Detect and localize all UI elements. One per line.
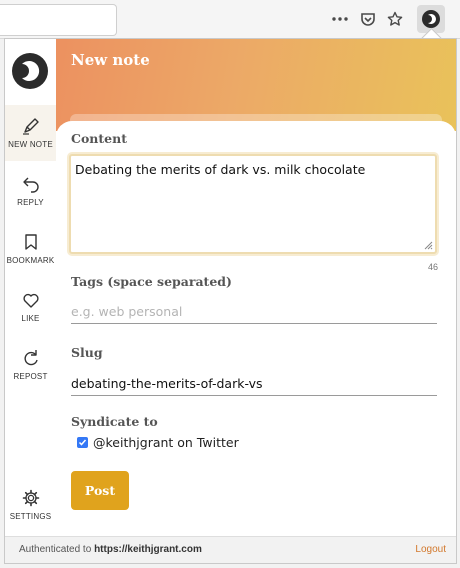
- bookmark-icon: [24, 234, 37, 250]
- repost-icon: [24, 350, 38, 366]
- checkmark-icon: [78, 439, 87, 446]
- reply-icon: [22, 177, 39, 193]
- page-title: New note: [71, 51, 150, 69]
- syndicate-option[interactable]: @keithjgrant on Twitter: [77, 435, 239, 450]
- syndicate-label: Syndicate to: [71, 414, 158, 429]
- slug-label: Slug: [71, 345, 103, 360]
- sidebar-item-new-note[interactable]: NEW NOTE: [5, 105, 56, 161]
- post-button[interactable]: Post: [71, 471, 129, 510]
- browser-toolbar: [0, 0, 460, 39]
- auth-site: https://keithjgrant.com: [94, 544, 202, 555]
- tags-label: Tags (space separated): [71, 274, 232, 289]
- app-logo: [12, 53, 48, 89]
- sidebar-item-label: LIKE: [21, 314, 40, 323]
- syndicate-checkbox[interactable]: [77, 437, 88, 448]
- star-icon[interactable]: [384, 8, 406, 30]
- sidebar-item-bookmark[interactable]: BOOKMARK: [5, 221, 56, 277]
- content-textarea[interactable]: Debating the merits of dark vs. milk cho…: [69, 154, 437, 254]
- url-bar[interactable]: [0, 4, 117, 36]
- auth-status: Authenticated to https://keithjgrant.com: [19, 544, 202, 555]
- footer: Authenticated to https://keithjgrant.com…: [5, 536, 456, 563]
- content-text: Debating the merits of dark vs. milk cho…: [75, 162, 366, 177]
- char-counter: 46: [427, 262, 438, 272]
- sidebar-item-repost[interactable]: REPOST: [5, 337, 56, 393]
- main-content: New note Content Debating the merits of …: [56, 39, 456, 536]
- logout-link[interactable]: Logout: [415, 544, 446, 555]
- sidebar-item-label: BOOKMARK: [6, 256, 55, 265]
- pen-icon: [22, 118, 39, 135]
- page-header: New note: [56, 39, 456, 134]
- resize-grip-icon[interactable]: [423, 240, 433, 250]
- sidebar-item-label: REPOST: [13, 372, 48, 381]
- sidebar-item-settings[interactable]: SETTINGS: [5, 479, 56, 535]
- sidebar-item-label: NEW NOTE: [8, 140, 53, 149]
- sidebar: NEW NOTE REPLY BOOKMARK LIKE REPOST SETT…: [5, 39, 57, 536]
- sidebar-item-label: REPLY: [17, 198, 44, 207]
- ellipsis-icon[interactable]: [329, 8, 351, 30]
- content-label: Content: [71, 131, 127, 146]
- sidebar-item-label: SETTINGS: [9, 512, 52, 521]
- extension-popup: NEW NOTE REPLY BOOKMARK LIKE REPOST SETT…: [4, 38, 457, 564]
- syndicate-option-label: @keithjgrant on Twitter: [93, 435, 239, 450]
- tags-input[interactable]: e.g. web personal: [71, 301, 437, 324]
- slug-input[interactable]: debating-the-merits-of-dark-vs: [71, 373, 437, 396]
- sidebar-item-reply[interactable]: REPLY: [5, 163, 56, 219]
- sidebar-item-like[interactable]: LIKE: [5, 279, 56, 335]
- gear-icon: [22, 489, 39, 507]
- auth-prefix: Authenticated to: [19, 544, 92, 555]
- heart-icon: [22, 293, 39, 308]
- pocket-icon[interactable]: [357, 8, 379, 30]
